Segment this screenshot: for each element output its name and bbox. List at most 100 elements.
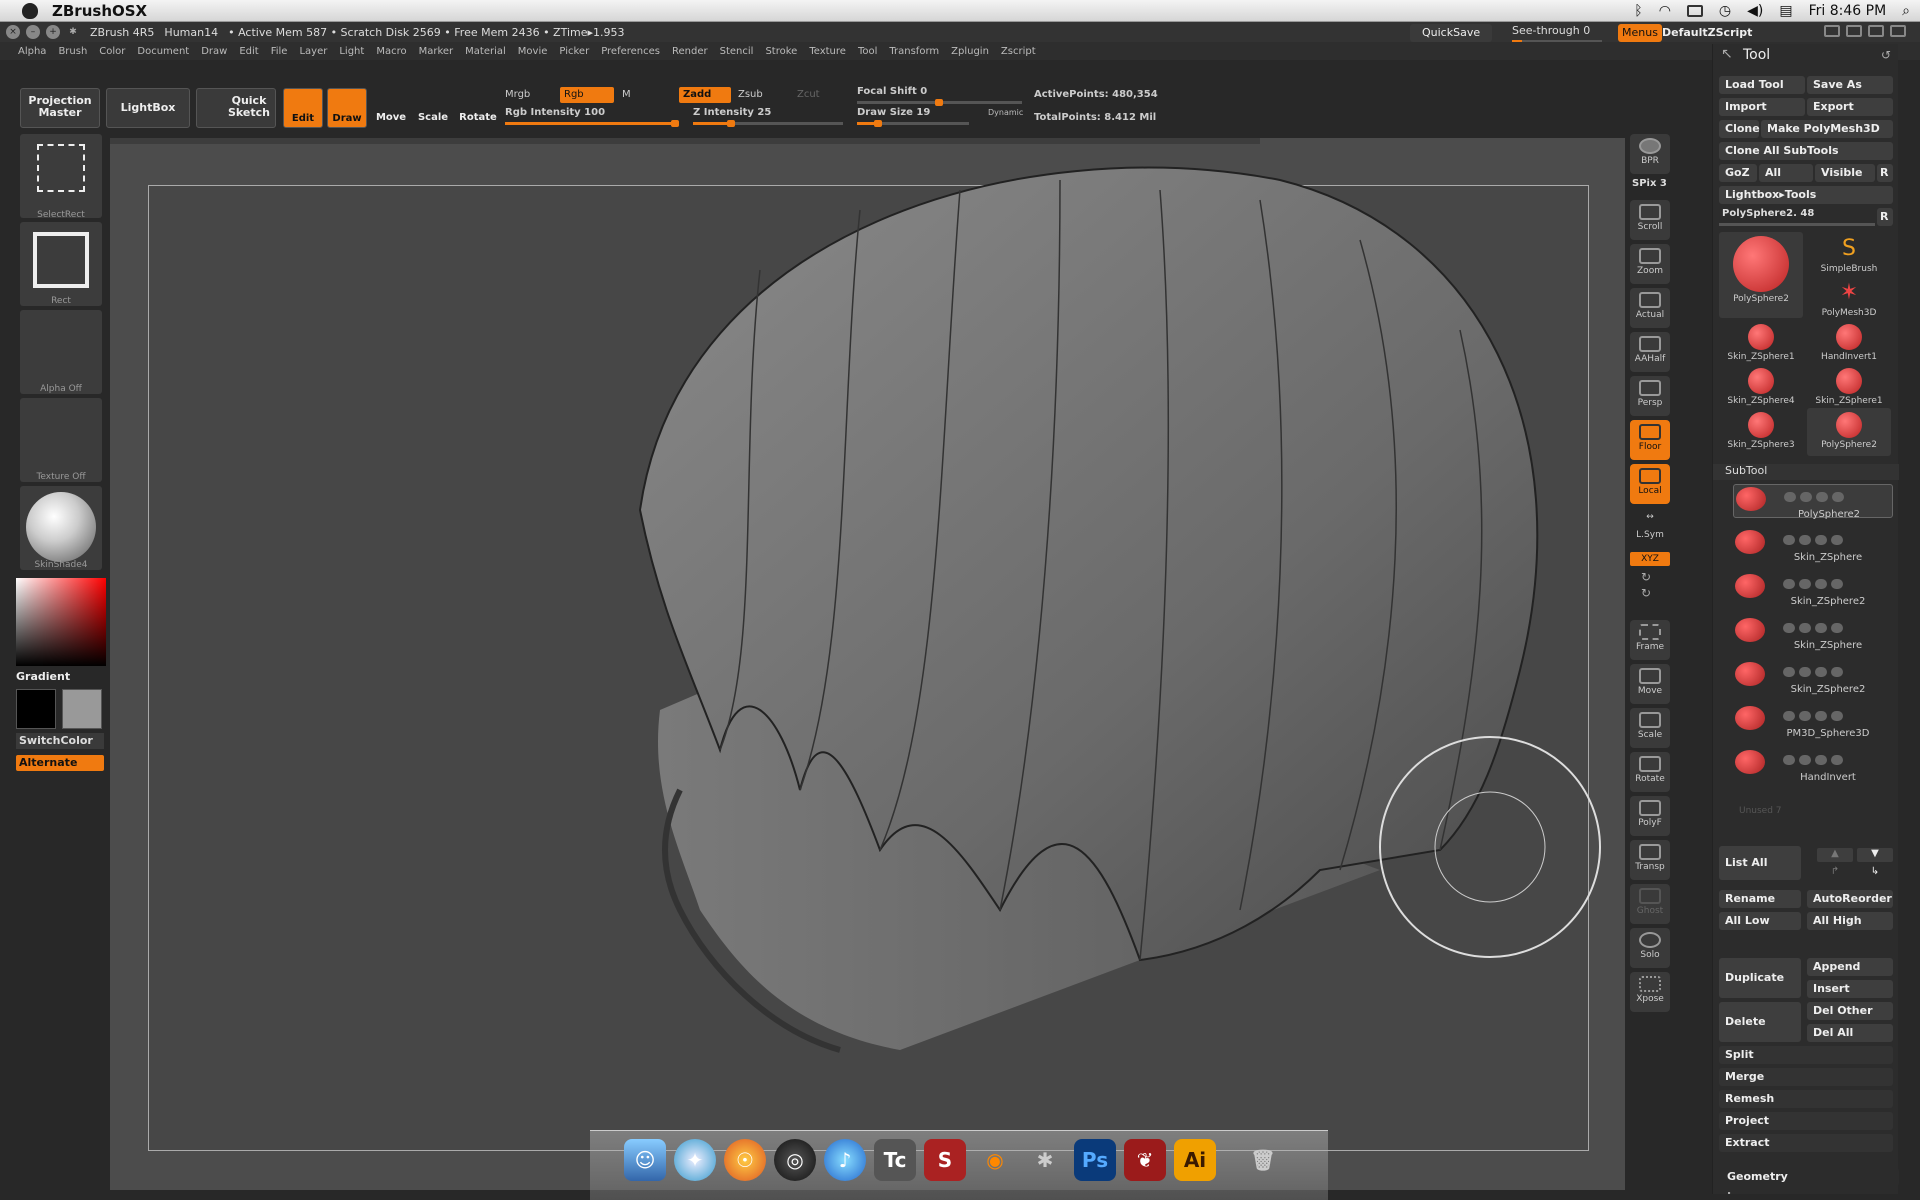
- switch-color-button[interactable]: SwitchColor: [16, 733, 104, 749]
- menu-light[interactable]: Light: [339, 46, 364, 57]
- quicksave-button[interactable]: QuickSave: [1410, 24, 1493, 42]
- canvas-scrollbar[interactable]: [110, 138, 1260, 144]
- subtool-toggles[interactable]: [1783, 530, 1893, 545]
- menu-alpha[interactable]: Alpha: [18, 46, 46, 57]
- menu-color[interactable]: Color: [99, 46, 125, 57]
- rotate-view-button[interactable]: Rotate: [1630, 752, 1670, 792]
- persp-button[interactable]: Persp: [1630, 376, 1670, 416]
- subtool-toggles[interactable]: [1783, 750, 1893, 765]
- del-other-button[interactable]: Del Other: [1807, 1002, 1893, 1020]
- subtool-row[interactable]: PolySphere2: [1733, 484, 1894, 520]
- move-view-button[interactable]: Move: [1630, 664, 1670, 704]
- list-all-button[interactable]: List All: [1719, 846, 1801, 880]
- import-button[interactable]: Import: [1719, 98, 1805, 116]
- menu-picker[interactable]: Picker: [559, 46, 589, 57]
- arrow-down-right-icon[interactable]: ↳: [1857, 866, 1893, 880]
- spotlight-icon[interactable]: ⌕: [1902, 3, 1910, 19]
- insert-button[interactable]: Insert: [1807, 980, 1893, 998]
- menu-macro[interactable]: Macro: [376, 46, 406, 57]
- dashboard-icon[interactable]: ◎: [774, 1139, 816, 1181]
- menu-layer[interactable]: Layer: [299, 46, 327, 57]
- lightbox-button[interactable]: LightBox: [106, 88, 190, 128]
- subtool-row[interactable]: Skin_ZSphere: [1733, 616, 1893, 651]
- subtool-row[interactable]: HandInvert: [1733, 748, 1893, 783]
- display-icon[interactable]: [1686, 5, 1703, 17]
- finder-icon[interactable]: ☺: [624, 1139, 666, 1181]
- poser-icon[interactable]: ✱: [1024, 1139, 1066, 1181]
- duplicate-button[interactable]: Duplicate: [1719, 958, 1801, 998]
- menu-marker[interactable]: Marker: [419, 46, 454, 57]
- illustrator-icon[interactable]: Ai: [1174, 1139, 1216, 1181]
- rect-brush[interactable]: [20, 222, 102, 306]
- volume-icon[interactable]: ◀): [1747, 3, 1763, 19]
- secondary-color-swatch[interactable]: [62, 689, 102, 729]
- color-picker[interactable]: [16, 578, 106, 666]
- menu-zscript[interactable]: Zscript: [1001, 46, 1036, 57]
- lightbox-tools-button[interactable]: Lightbox▸Tools: [1719, 186, 1893, 204]
- apple-icon[interactable]: [22, 2, 38, 19]
- draw-size-slider[interactable]: [857, 120, 969, 127]
- menu-draw[interactable]: Draw: [201, 46, 227, 57]
- autoreorder-button[interactable]: AutoReorder: [1807, 890, 1893, 908]
- save-as-button[interactable]: Save As: [1807, 76, 1893, 94]
- move-button[interactable]: Move: [371, 88, 411, 128]
- spix-label[interactable]: SPix 3: [1632, 178, 1667, 189]
- lock-icon[interactable]: [1890, 25, 1906, 37]
- merge-section[interactable]: Merge: [1719, 1068, 1893, 1086]
- current-tool-r-button[interactable]: R: [1877, 208, 1893, 226]
- tool-swatch-skin-zsphere3[interactable]: Skin_ZSphere3: [1719, 408, 1803, 456]
- del-all-button[interactable]: Del All: [1807, 1024, 1893, 1042]
- alternate-button[interactable]: Alternate: [16, 755, 104, 771]
- lsym-button[interactable]: ↔ L.Sym: [1630, 508, 1670, 548]
- subtool-toggles[interactable]: [1783, 618, 1893, 633]
- itunes-icon[interactable]: ♪: [824, 1139, 866, 1181]
- menu-material[interactable]: Material: [465, 46, 506, 57]
- subtool-toggles[interactable]: [1784, 487, 1894, 502]
- remesh-section[interactable]: Remesh: [1719, 1090, 1893, 1108]
- scale-button[interactable]: Scale: [413, 88, 453, 128]
- tool-swatch-polysphere2b[interactable]: PolySphere2: [1807, 408, 1891, 456]
- menu-file[interactable]: File: [271, 46, 288, 57]
- tool-swatch-skin-zsphere1b[interactable]: Skin_ZSphere1: [1807, 364, 1891, 412]
- rename-button[interactable]: Rename: [1719, 890, 1801, 908]
- dynamic-toggle[interactable]: Dynamic: [988, 108, 1023, 117]
- m-button[interactable]: M: [622, 89, 631, 100]
- zadd-button[interactable]: Zadd: [679, 87, 731, 103]
- photoshop-icon[interactable]: Ps: [1074, 1139, 1116, 1181]
- menu-tool[interactable]: Tool: [858, 46, 877, 57]
- menu-document[interactable]: Document: [137, 46, 189, 57]
- zsub-button[interactable]: Zsub: [738, 89, 763, 100]
- texture-slot[interactable]: [20, 398, 102, 482]
- menu-transform[interactable]: Transform: [889, 46, 939, 57]
- menu-movie[interactable]: Movie: [518, 46, 548, 57]
- actual-button[interactable]: Actual: [1630, 288, 1670, 328]
- clone-button[interactable]: Clone: [1719, 120, 1760, 138]
- focal-shift-slider[interactable]: [857, 99, 1022, 106]
- tool-swatch-polysphere2[interactable]: PolySphere2: [1719, 232, 1803, 318]
- move-up-icon[interactable]: ▲: [1817, 848, 1853, 862]
- append-button[interactable]: Append: [1807, 958, 1893, 976]
- layout-icon[interactable]: [1868, 25, 1884, 37]
- pin-icon[interactable]: ↖: [1721, 46, 1733, 62]
- quick-sketch-button[interactable]: Quick Sketch: [196, 88, 276, 128]
- edit-button[interactable]: Edit: [283, 88, 323, 128]
- tool-swatch-simplebrush[interactable]: S SimpleBrush: [1807, 232, 1891, 280]
- geometry-section[interactable]: Geometry: [1713, 1168, 1899, 1186]
- main-color-swatch[interactable]: [16, 689, 56, 729]
- goz-all-button[interactable]: All: [1759, 164, 1813, 182]
- menu-zplugin[interactable]: Zplugin: [951, 46, 989, 57]
- safari-icon[interactable]: ✦: [674, 1139, 716, 1181]
- rgb-button[interactable]: Rgb: [560, 87, 614, 103]
- zcut-button[interactable]: Zcut: [797, 89, 820, 100]
- zoom-button[interactable]: Zoom: [1630, 244, 1670, 284]
- aahalf-button[interactable]: AAHalf: [1630, 332, 1670, 372]
- menu-preferences[interactable]: Preferences: [601, 46, 660, 57]
- material-slot[interactable]: [20, 486, 102, 570]
- all-high-button[interactable]: All High: [1807, 912, 1893, 930]
- tc-icon[interactable]: Tc: [874, 1139, 916, 1181]
- gradient-label[interactable]: Gradient: [16, 670, 70, 683]
- all-low-button[interactable]: All Low: [1719, 912, 1801, 930]
- layout-icon[interactable]: [1846, 25, 1862, 37]
- subtool-toggles[interactable]: [1783, 662, 1893, 677]
- scale-view-button[interactable]: Scale: [1630, 708, 1670, 748]
